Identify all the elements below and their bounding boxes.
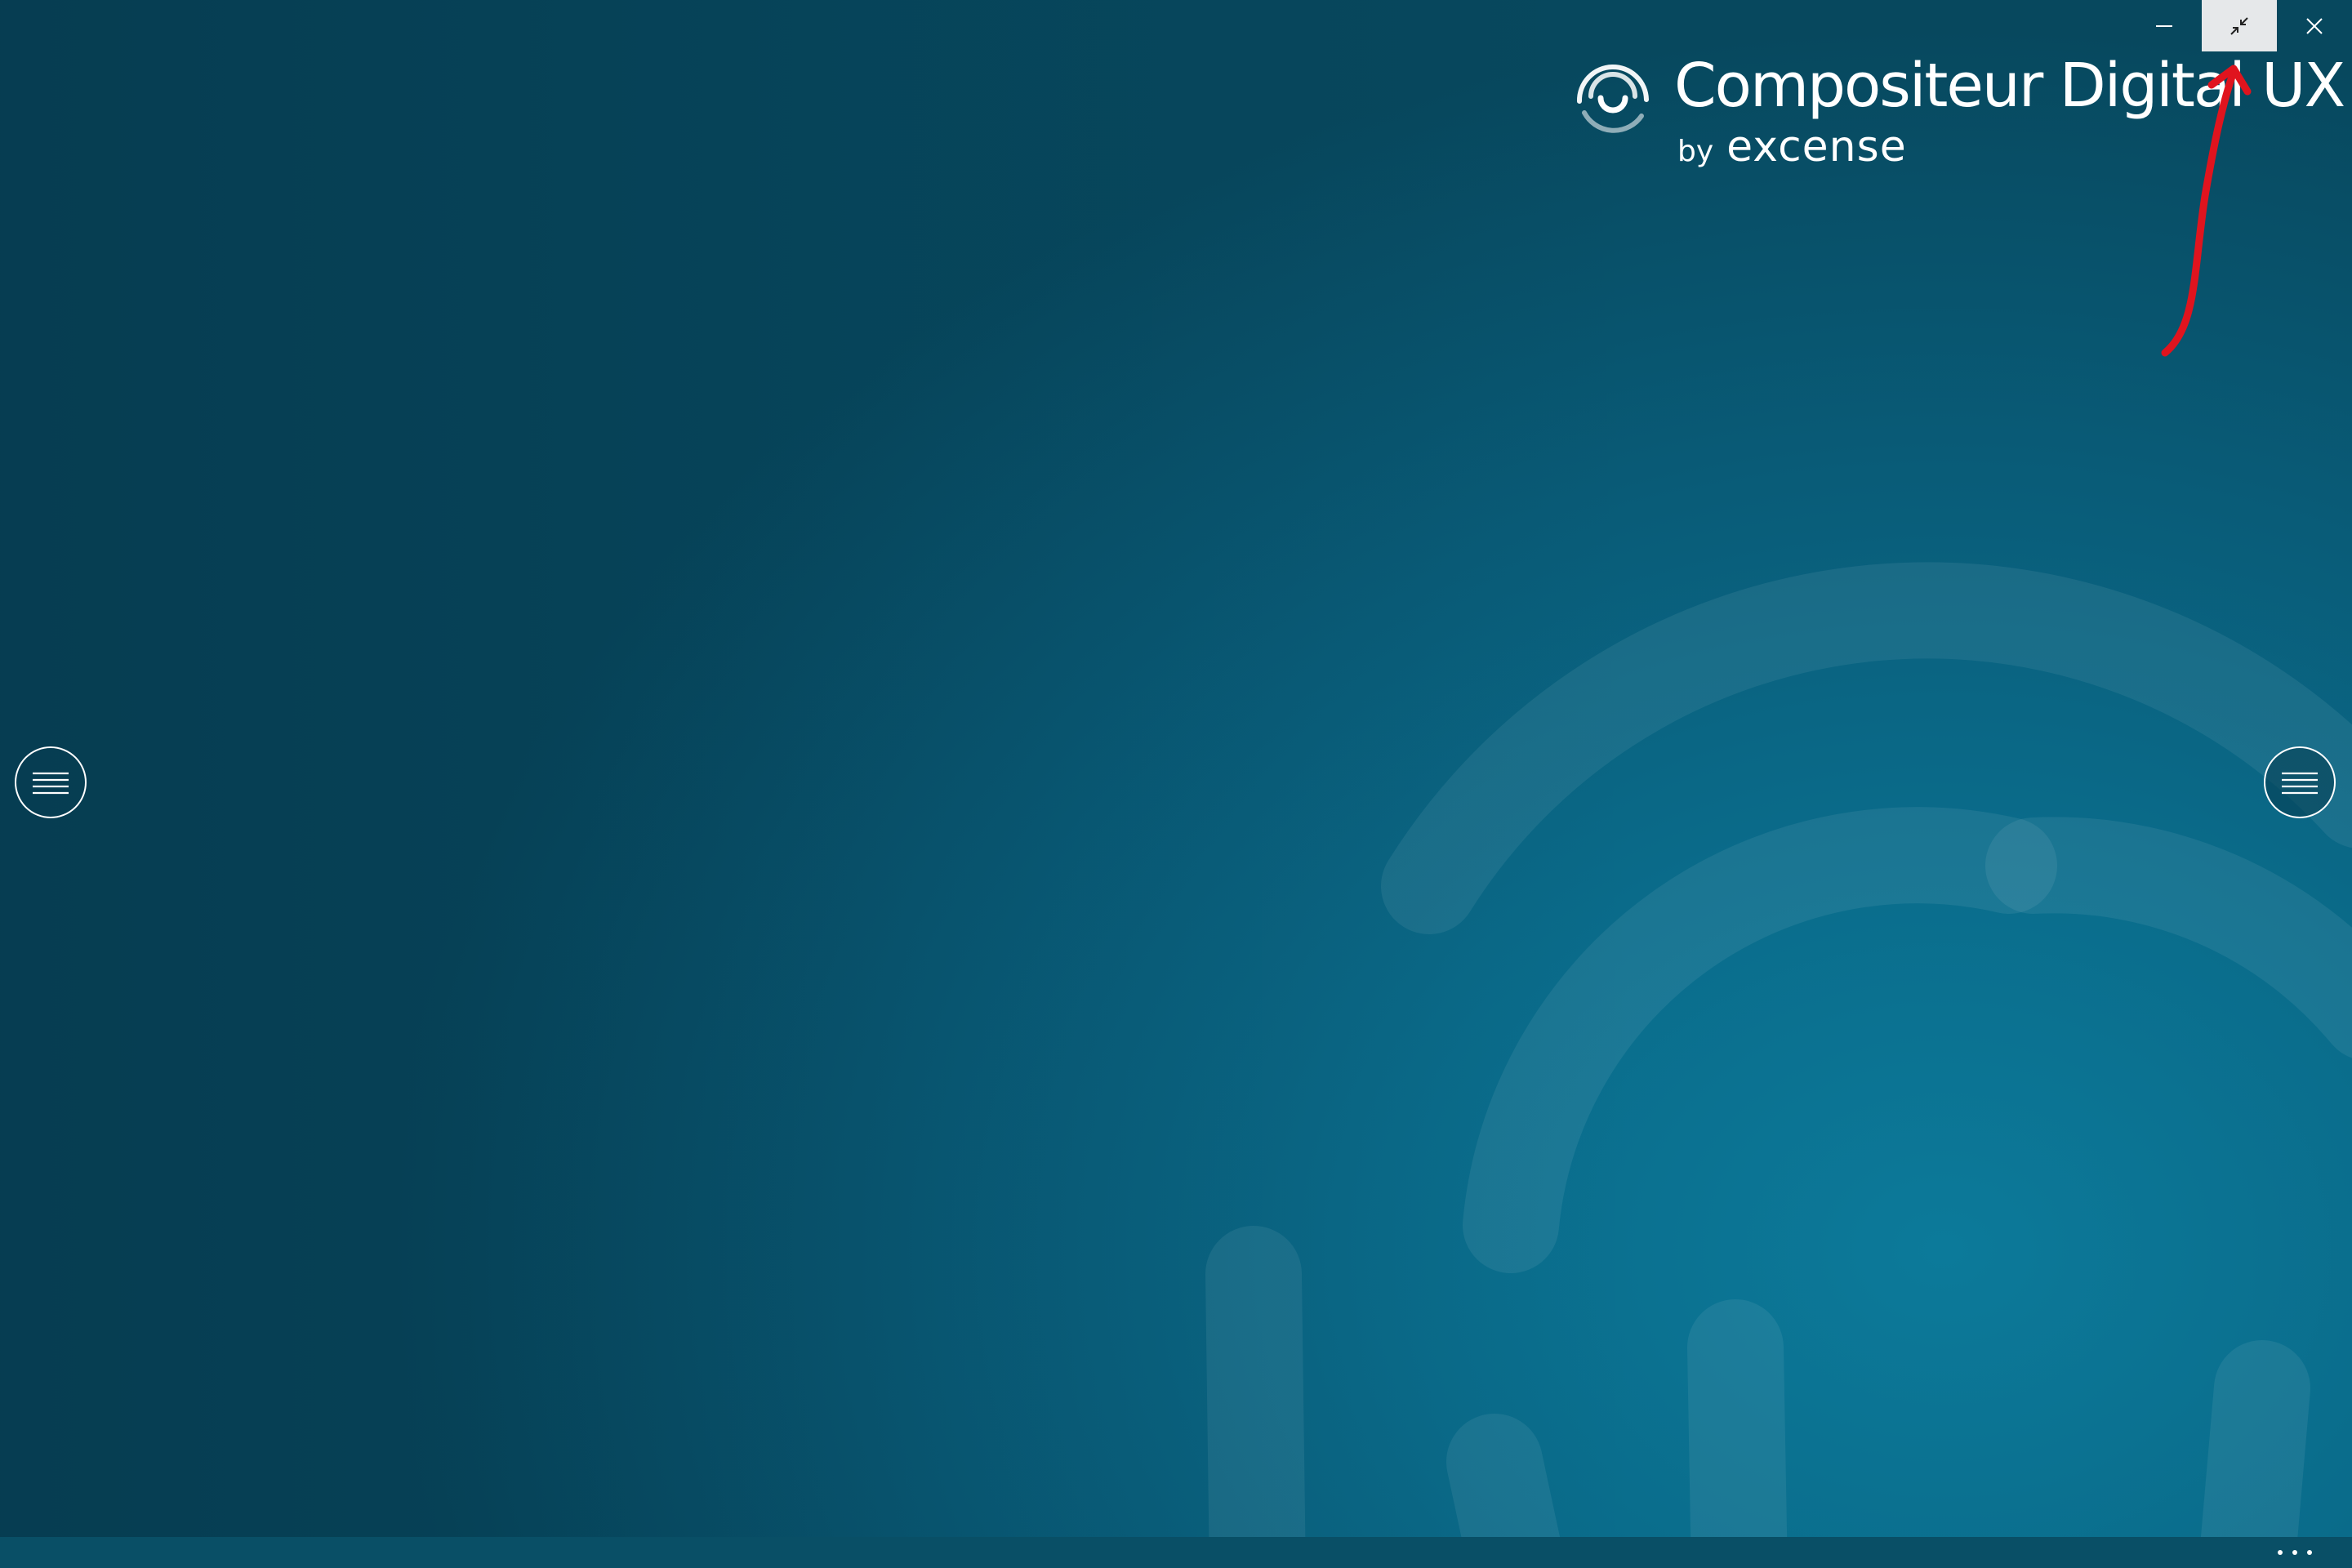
decor-arc-outer [1381, 562, 2352, 934]
close-button[interactable] [2277, 0, 2352, 51]
hamburger-menu-icon [2282, 772, 2318, 795]
minimize-icon [2156, 24, 2172, 27]
logo-mark-icon [1576, 65, 1649, 133]
window-controls [2127, 0, 2352, 51]
hamburger-menu-icon [33, 772, 69, 795]
app-title: Compositeur Digital UX [1674, 51, 2345, 121]
company-name: excense [1726, 122, 1907, 172]
close-icon [2306, 17, 2323, 34]
left-menu-button[interactable] [15, 746, 87, 818]
red-arrow-annotation [2161, 65, 2252, 357]
restore-button[interactable] [2202, 0, 2277, 51]
more-options-button[interactable] [2270, 1540, 2319, 1565]
bottom-app-bar [0, 1537, 2352, 1568]
decor-stem-left [1205, 1226, 1306, 1568]
more-ellipsis-icon [2278, 1550, 2312, 1555]
decor-stem-right [1687, 1299, 1788, 1568]
minimize-button[interactable] [2127, 0, 2202, 51]
app-byline: by excense [1677, 126, 1907, 168]
decor-arc-middle-right [1985, 817, 2352, 1058]
background-decoration [1205, 562, 2352, 1568]
decor-arc-middle [1463, 807, 2057, 1273]
app-window: Compositeur Digital UX by excense [0, 0, 2352, 1568]
right-menu-button[interactable] [2264, 746, 2336, 818]
byline-label: by [1677, 135, 1714, 168]
exit-fullscreen-icon [2230, 16, 2248, 35]
app-logo: Compositeur Digital UX by excense [1568, 51, 2345, 181]
